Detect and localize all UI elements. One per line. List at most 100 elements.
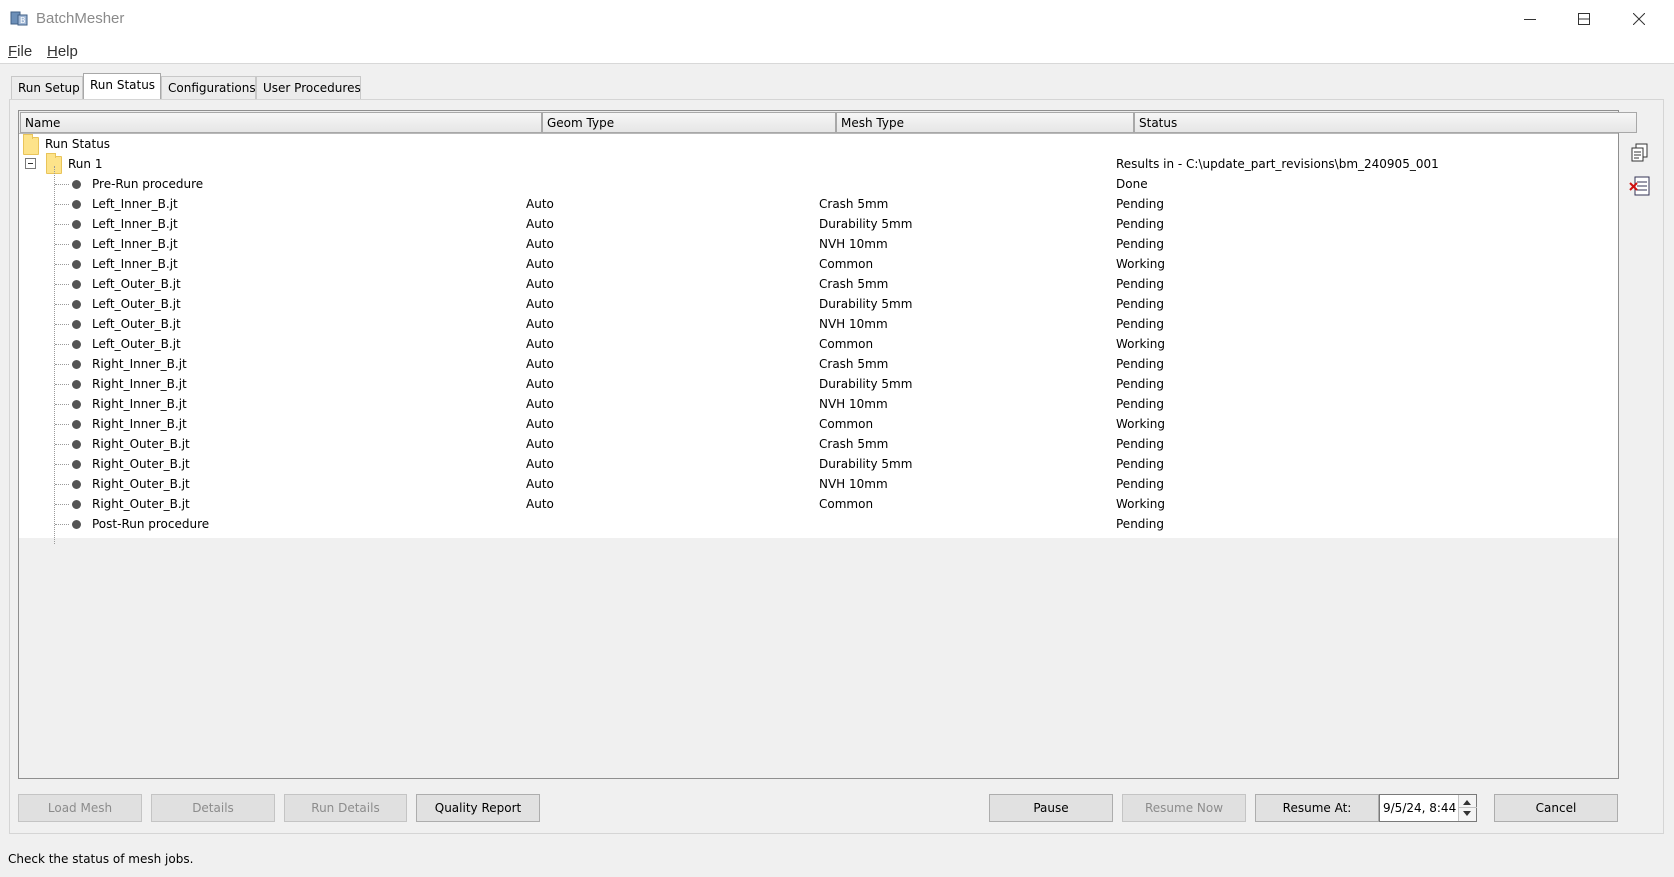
minimize-icon [1524,19,1536,20]
cell-geom-type: Auto [526,257,554,271]
tree-branch-line [55,504,69,505]
tab-user-procedures[interactable]: User Procedures [256,76,361,99]
run-label: Run 1 [68,157,103,171]
column-header-status[interactable]: Status [1134,112,1637,133]
resume-time-value: 9/5/24, 8:44 [1383,801,1457,815]
cell-geom-type: Auto [526,357,554,371]
pause-button[interactable]: Pause [989,794,1113,822]
job-node-icon [72,360,81,369]
job-node-icon [72,440,81,449]
cell-geom-type: Auto [526,337,554,351]
spinner-up-icon[interactable] [1463,800,1471,805]
tree-branch-line [55,324,69,325]
table-row[interactable]: Right_Outer_B.jt Auto Durability 5mm Pendin… [19,454,1618,474]
cell-mesh-type: Common [819,497,874,511]
cell-name: Right_Inner_B.jt [92,357,187,371]
spinner-arrows [1458,795,1477,821]
resume-time-spinner[interactable]: 9/5/24, 8:44 [1379,794,1477,822]
cell-mesh-type: NVH 10mm [819,397,888,411]
details-button[interactable]: Details [151,794,275,822]
quality-report-button[interactable]: Quality Report [416,794,540,822]
close-button[interactable] [1612,0,1666,38]
tree-row-run[interactable]: Run 1 Results in - C:\update_part_revisi… [19,153,1618,174]
cell-mesh-type: Durability 5mm [819,377,913,391]
job-node-icon [72,380,81,389]
tab-run-setup[interactable]: Run Setup [11,76,83,99]
tab-run-status[interactable]: Run Status [83,73,161,99]
run-status-tree-table[interactable]: Name Geom Type Mesh Type Status Run Stat… [18,110,1637,779]
table-row[interactable]: Right_Outer_B.jt Auto NVH 10mm Pending [19,474,1618,494]
tree-branch-line [55,284,69,285]
cell-status: Pending [1116,237,1164,251]
maximize-button[interactable] [1557,0,1611,38]
maximize-icon [1578,13,1590,25]
tree-branch-line [55,364,69,365]
copy-button[interactable] [1627,140,1653,166]
run-status: Results in - C:\update_part_revisions\bm… [1116,157,1439,171]
cell-name: Left_Outer_B.jt [92,317,181,331]
table-row[interactable]: Left_Outer_B.jt Auto Crash 5mm Pending [19,274,1618,294]
table-row[interactable]: Right_Inner_B.jt Auto NVH 10mm Pending [19,394,1618,414]
table-row[interactable]: Left_Inner_B.jt Auto Common Working [19,254,1618,274]
collapse-icon[interactable] [25,158,36,169]
resume-now-button[interactable]: Resume Now [1122,794,1246,822]
cell-name: Right_Inner_B.jt [92,377,187,391]
table-row[interactable]: Post-Run procedure Pending [19,514,1618,534]
title-bar: B BatchMesher [0,0,1674,38]
table-row[interactable]: Left_Inner_B.jt Auto Durability 5mm Pending [19,214,1618,234]
job-node-icon [72,240,81,249]
cell-status: Working [1116,337,1165,351]
menu-help[interactable]: Help [47,43,78,60]
resume-at-button[interactable]: Resume At: [1255,794,1379,822]
window-title: BatchMesher [36,10,125,27]
table-row[interactable]: Left_Outer_B.jt Auto Common Working [19,334,1618,354]
tree-branch-line [55,484,69,485]
load-mesh-button[interactable]: Load Mesh [18,794,142,822]
cell-name: Pre-Run procedure [92,177,204,191]
column-header-name[interactable]: Name [20,112,542,133]
cell-geom-type: Auto [526,237,554,251]
job-node-icon [72,420,81,429]
tree-root-label: Run Status [45,137,111,151]
cell-mesh-type: Crash 5mm [819,357,889,371]
cell-mesh-type: Common [819,417,874,431]
cell-status: Pending [1116,477,1164,491]
cell-name: Right_Outer_B.jt [92,497,190,511]
cell-geom-type: Auto [526,217,554,231]
cell-status: Pending [1116,277,1164,291]
cell-status: Pending [1116,317,1164,331]
cell-name: Right_Outer_B.jt [92,437,190,451]
cell-status: Pending [1116,377,1164,391]
table-row[interactable]: Right_Outer_B.jt Auto Common Working [19,494,1618,514]
table-row[interactable]: Left_Inner_B.jt Auto Crash 5mm Pending [19,194,1618,214]
table-row[interactable]: Right_Inner_B.jt Auto Durability 5mm Pendin… [19,374,1618,394]
cell-geom-type: Auto [526,497,554,511]
table-body: Run Status Run 1 Results in - C:\update_… [19,134,1618,544]
table-row[interactable]: Left_Inner_B.jt Auto NVH 10mm Pending [19,234,1618,254]
tree-branch-line [55,524,69,525]
table-row[interactable]: Right_Inner_B.jt Auto Common Working [19,414,1618,434]
column-header-mesh-type[interactable]: Mesh Type [836,112,1134,133]
menu-file[interactable]: File [8,43,32,60]
cancel-button[interactable]: Cancel [1494,794,1618,822]
tab-configurations[interactable]: Configurations [161,76,256,99]
table-row[interactable]: Left_Outer_B.jt Auto NVH 10mm Pending [19,314,1618,334]
table-row[interactable]: Left_Outer_B.jt Auto Durability 5mm Pending [19,294,1618,314]
job-node-icon [72,480,81,489]
column-header-geom-type[interactable]: Geom Type [542,112,836,133]
run-details-button[interactable]: Run Details [284,794,407,822]
job-node-icon [72,500,81,509]
table-row[interactable]: Right_Inner_B.jt Auto Crash 5mm Pending [19,354,1618,374]
table-row[interactable]: Right_Outer_B.jt Auto Crash 5mm Pending [19,434,1618,454]
tree-branch-line [55,424,69,425]
cell-geom-type: Auto [526,317,554,331]
job-node-icon [72,260,81,269]
table-row[interactable]: Pre-Run procedure Done [19,174,1618,194]
minimize-button[interactable] [1503,0,1557,38]
remove-button[interactable] [1627,173,1653,199]
spinner-down-icon[interactable] [1463,811,1471,816]
tree-row-root[interactable]: Run Status [19,134,1618,155]
tree-branch-line [55,184,69,185]
cell-status: Pending [1116,517,1164,531]
tree-branch-line [55,244,69,245]
